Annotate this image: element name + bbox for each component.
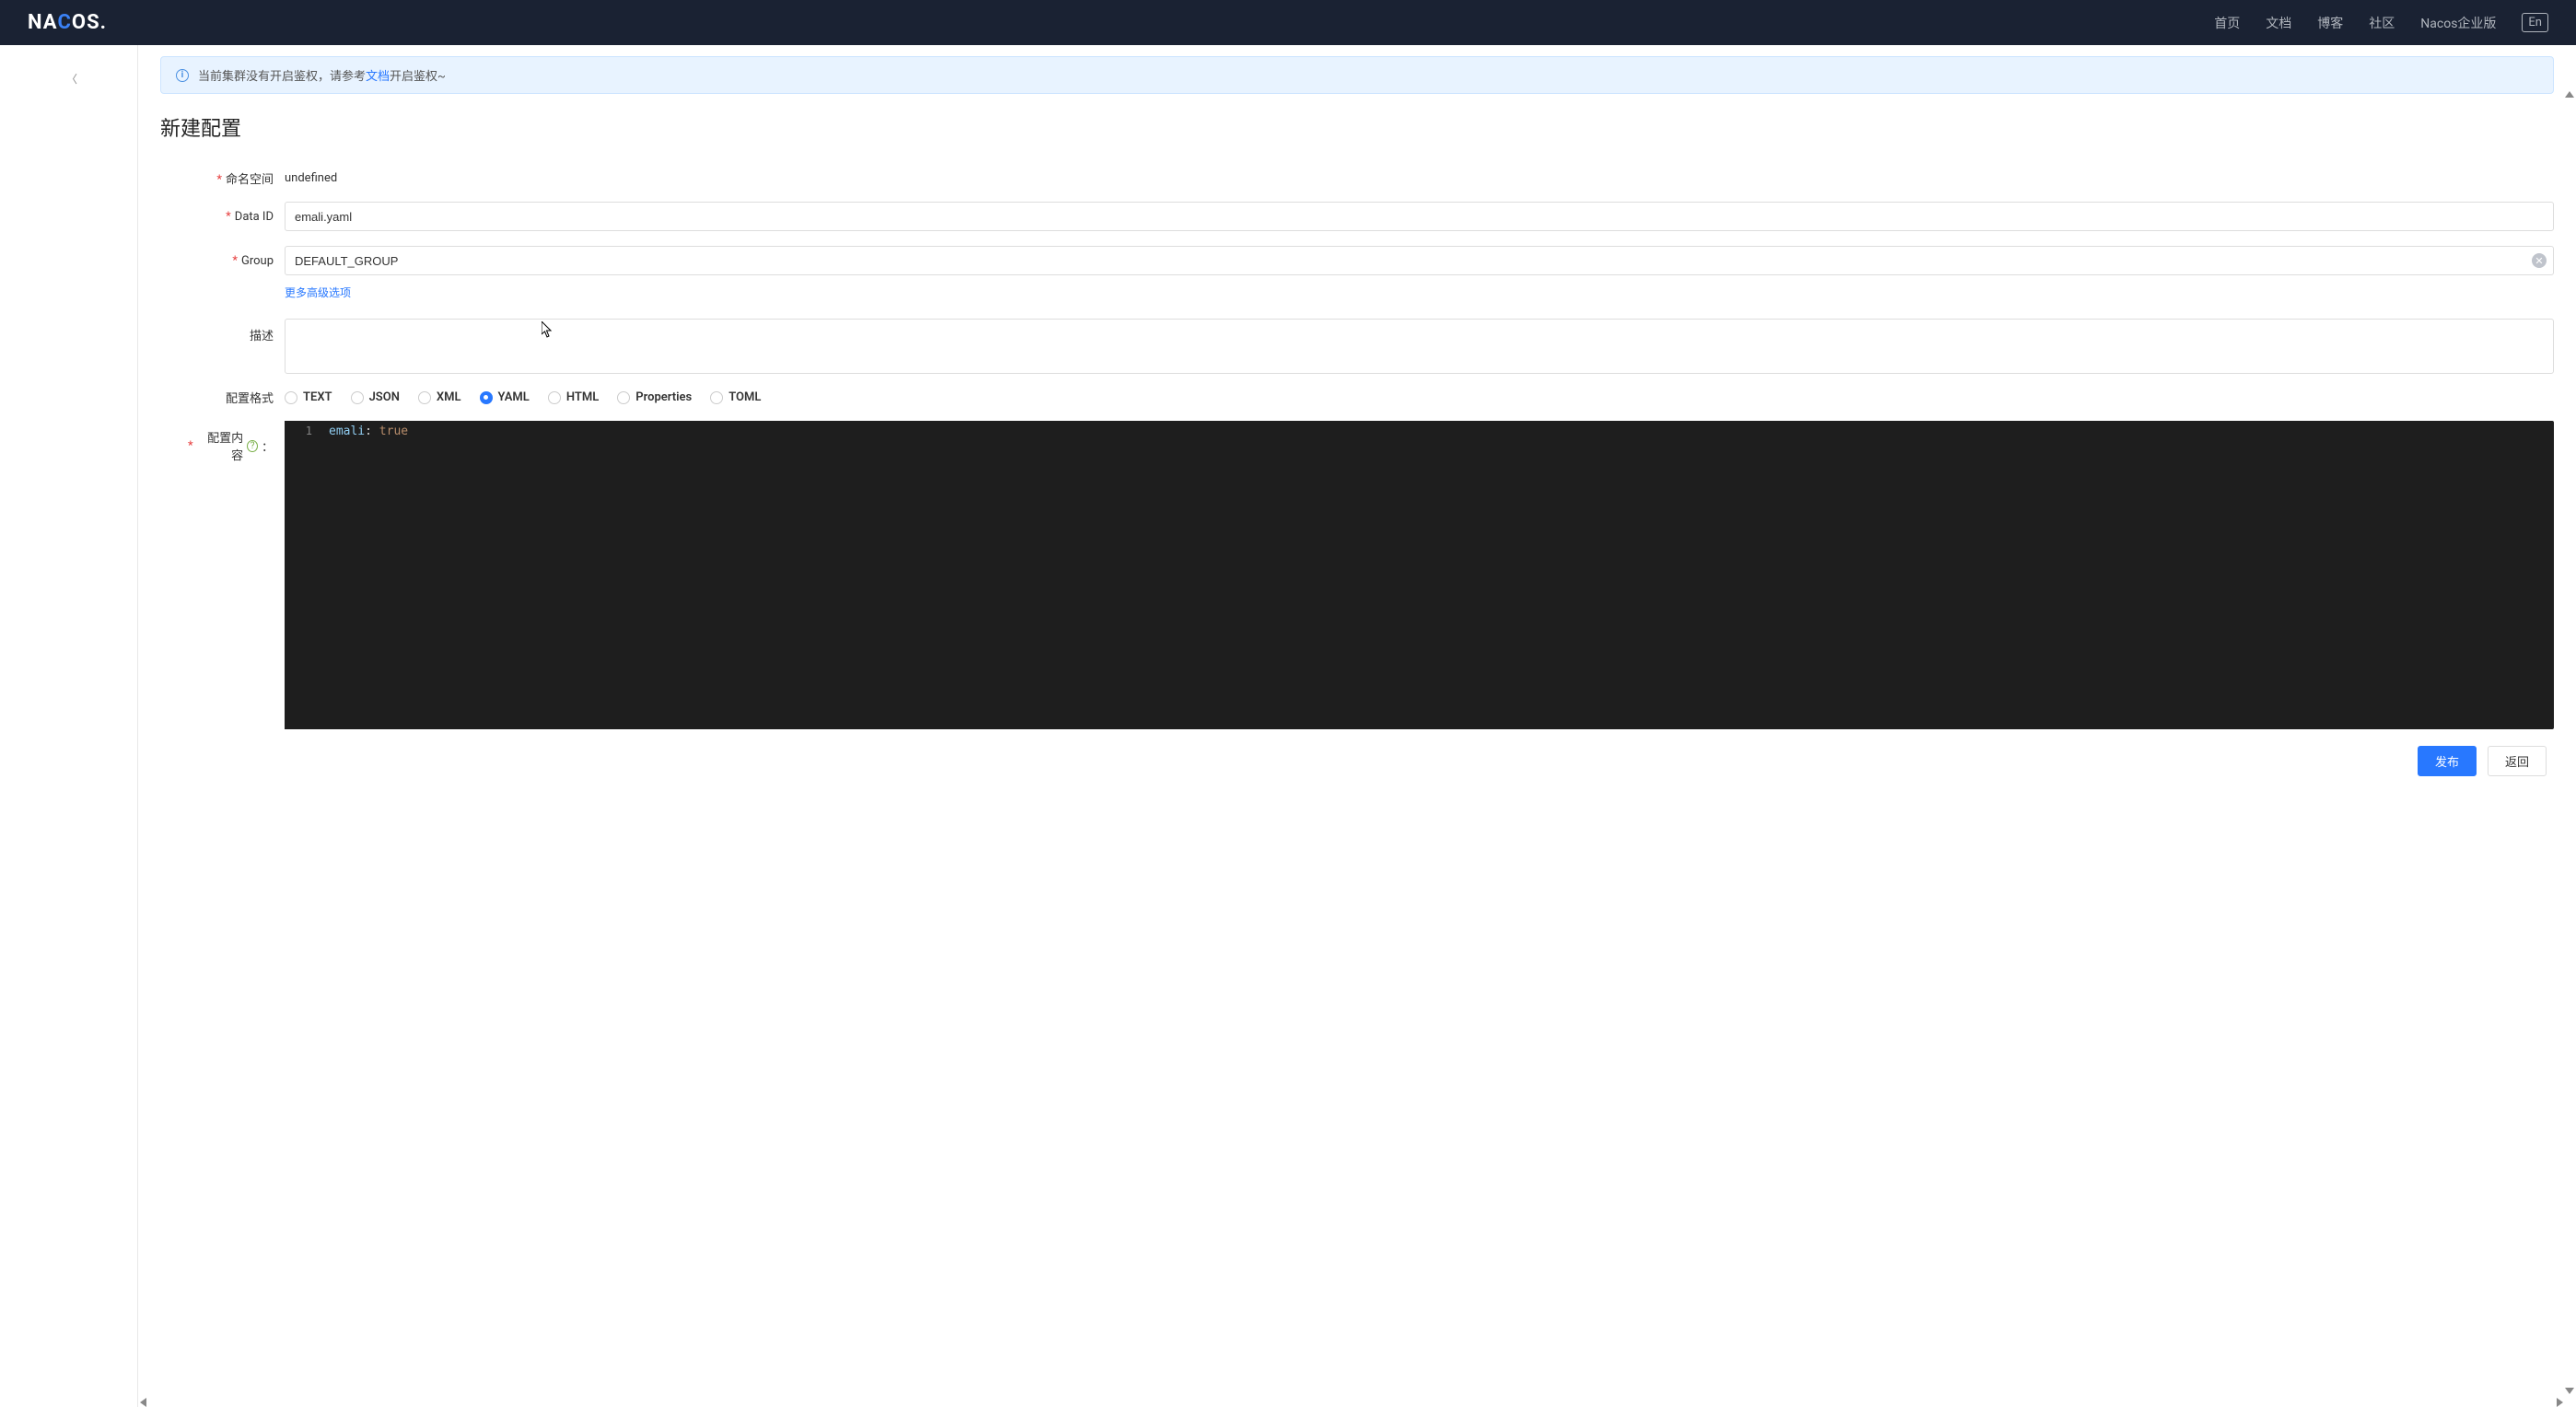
radio-text[interactable]: TEXT	[285, 390, 332, 404]
nav-community[interactable]: 社区	[2369, 14, 2395, 32]
scroll-left-icon[interactable]	[140, 1398, 146, 1407]
radio-toml[interactable]: TOML	[710, 390, 761, 404]
alert-text: 当前集群没有开启鉴权，请参考文档开启鉴权~	[198, 66, 446, 84]
input-group[interactable]	[285, 246, 2554, 275]
row-description: 描述	[188, 319, 2554, 374]
back-button[interactable]: 返回	[2488, 746, 2547, 776]
info-icon: i	[176, 69, 189, 82]
nav-home[interactable]: 首页	[2214, 14, 2240, 32]
label-format: 配置格式	[188, 389, 285, 406]
top-nav: 首页 文档 博客 社区 Nacos企业版 En	[2214, 13, 2548, 32]
row-namespace: *命名空间 undefined	[188, 169, 2554, 187]
format-radios: TEXT JSON XML YAML HTML Properties TOML	[285, 390, 761, 404]
label-content: *配置内容 ? ：	[188, 421, 285, 463]
lang-toggle[interactable]: En	[2522, 13, 2548, 32]
nav-blog[interactable]: 博客	[2317, 14, 2343, 32]
page-title: 新建配置	[160, 112, 2554, 142]
row-format: 配置格式 TEXT JSON XML YAML HTML Properties …	[188, 389, 2554, 406]
label-group: *Group	[188, 254, 285, 268]
clear-group-icon[interactable]: ✕	[2532, 253, 2547, 268]
value-namespace: undefined	[285, 171, 337, 185]
scroll-right-icon[interactable]	[2557, 1398, 2563, 1407]
row-advanced: 更多高级选项	[188, 285, 2554, 300]
input-dataid[interactable]	[285, 202, 2554, 231]
sidebar: 〈	[0, 45, 138, 1407]
radio-yaml[interactable]: YAML	[480, 390, 530, 404]
main-content: i 当前集群没有开启鉴权，请参考文档开启鉴权~ 新建配置 *命名空间 undef…	[138, 45, 2576, 1407]
row-group: *Group ✕	[188, 246, 2554, 275]
advanced-options-link[interactable]: 更多高级选项	[285, 286, 351, 299]
row-content: *配置内容 ? ： 1 emali: true	[188, 421, 2554, 729]
main-container: 〈 i 当前集群没有开启鉴权，请参考文档开启鉴权~ 新建配置 *命名空间 und…	[0, 45, 2576, 1407]
code-editor[interactable]: 1 emali: true	[285, 421, 2554, 729]
radio-json[interactable]: JSON	[351, 390, 400, 404]
row-dataid: *Data ID	[188, 202, 2554, 231]
publish-button[interactable]: 发布	[2418, 746, 2477, 776]
label-namespace: *命名空间	[188, 169, 285, 187]
logo: NACOS.	[28, 11, 107, 34]
config-form: *命名空间 undefined *Data ID *Group ✕ 更多高级选项…	[188, 169, 2554, 776]
help-icon[interactable]: ?	[247, 440, 258, 452]
nav-docs[interactable]: 文档	[2266, 14, 2291, 32]
sidebar-collapse-icon[interactable]: 〈	[66, 71, 77, 87]
scroll-up-icon[interactable]	[2565, 91, 2574, 98]
top-header: NACOS. 首页 文档 博客 社区 Nacos企业版 En	[0, 0, 2576, 45]
alert-doc-link[interactable]: 文档	[366, 70, 390, 84]
label-description: 描述	[188, 319, 285, 343]
editor-code[interactable]: emali: true	[321, 421, 2554, 729]
input-description[interactable]	[285, 319, 2554, 374]
form-footer: 发布 返回	[188, 746, 2554, 776]
editor-gutter: 1	[285, 421, 321, 729]
nav-enterprise[interactable]: Nacos企业版	[2420, 14, 2496, 32]
radio-properties[interactable]: Properties	[617, 390, 692, 404]
auth-alert: i 当前集群没有开启鉴权，请参考文档开启鉴权~	[160, 56, 2554, 94]
radio-xml[interactable]: XML	[418, 390, 461, 404]
label-dataid: *Data ID	[188, 210, 285, 224]
radio-html[interactable]: HTML	[548, 390, 599, 404]
scroll-down-icon[interactable]	[2565, 1388, 2574, 1394]
